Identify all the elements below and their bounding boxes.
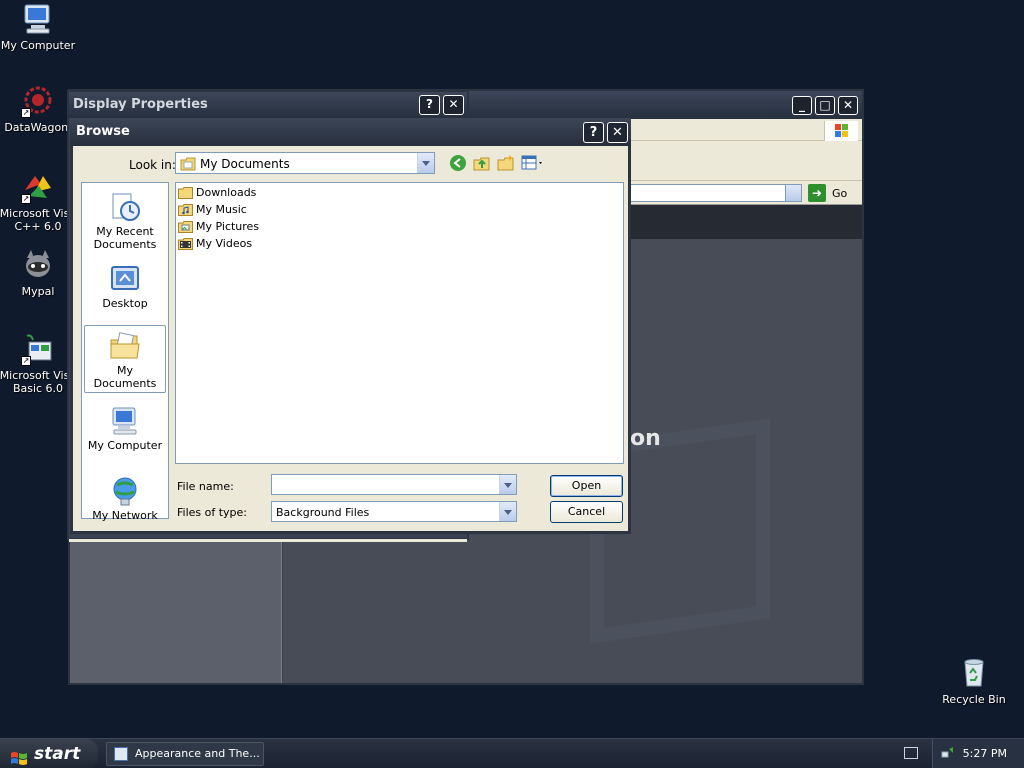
file-list[interactable]: Downloads My Music My Pictures My Videos [175,182,624,464]
visual-cpp-icon: ↗ [21,170,55,204]
control-panel-icon [114,747,128,761]
windows-flag-icon [10,746,28,765]
files-of-type-label: Files of type: [177,506,248,519]
desktop-icon-my-computer[interactable]: My Computer [0,2,78,52]
place-label: My Documents [93,364,157,390]
list-item-downloads[interactable]: Downloads [178,185,256,201]
place-label: My Computer [87,439,163,452]
view-menu-icon[interactable] [521,154,545,172]
category-heading-fragment: on [630,426,661,451]
look-in-label: Look in: [129,158,176,172]
display-properties-titlebar[interactable]: Display Properties [69,92,467,118]
go-arrow-icon[interactable]: ➜ [808,184,826,202]
address-dropdown-button[interactable] [785,185,801,201]
place-my-network[interactable]: My Network [84,471,166,522]
go-button[interactable]: Go [832,187,847,200]
computer-icon [109,405,141,437]
computer-icon [21,2,55,36]
recycle-bin-icon [957,656,991,690]
maximize-button[interactable]: □ [815,96,835,115]
system-tray: 5:27 PM [932,739,1024,768]
clock[interactable]: 5:27 PM [963,747,1007,760]
browse-titlebar[interactable]: Browse [70,118,631,146]
help-button[interactable]: ? [583,122,604,143]
new-folder-icon[interactable] [497,154,515,172]
folder-icon [178,187,193,199]
file-name-input[interactable] [271,474,517,495]
documents-folder-icon [180,157,196,174]
list-item-my-videos[interactable]: My Videos [178,236,252,252]
files-of-type-value: Background Files [276,506,370,519]
address-input[interactable] [630,184,802,202]
network-tray-icon[interactable] [941,746,955,763]
network-icon [109,475,141,507]
list-item-my-music[interactable]: My Music [178,202,247,218]
place-my-documents[interactable]: My Documents [84,325,166,393]
chevron-down-icon[interactable] [499,502,516,521]
music-folder-icon [178,204,193,216]
browse-dialog: Browse ? ✕ Look in: My Documents My Rece… [70,118,631,534]
chevron-down-icon[interactable] [499,475,516,494]
up-folder-icon[interactable] [473,154,491,172]
place-desktop[interactable]: Desktop [84,259,166,310]
pictures-folder-icon [178,221,193,233]
dialog-edge [69,539,467,542]
place-label: Desktop [102,297,148,310]
my-documents-folder-icon [109,330,141,362]
file-name-label: File name: [177,480,234,493]
place-label: My Recent Documents [93,225,157,251]
mypal-icon [21,248,55,282]
file-name: Downloads [196,186,257,199]
close-button[interactable]: ✕ [443,95,464,115]
datawagon-icon: ↗ [21,84,55,118]
start-button[interactable]: start [0,739,98,768]
file-name: My Music [196,203,247,216]
start-label: start [34,744,81,764]
visual-basic-icon: ↗ [21,332,55,366]
place-my-recent-documents[interactable]: My Recent Documents [84,187,166,251]
cancel-button[interactable]: Cancel [550,501,623,523]
close-button[interactable]: ✕ [607,122,628,143]
place-label: My Network [92,509,158,522]
keyboard-icon[interactable] [904,747,918,759]
files-of-type-select[interactable]: Background Files [271,501,517,522]
help-button[interactable]: ? [419,95,440,115]
taskbar: start Appearance and The... 5:27 PM [0,738,1024,768]
minimize-button[interactable]: _ [792,96,812,115]
taskbar-item-appearance[interactable]: Appearance and The... [106,742,264,766]
back-icon[interactable] [449,154,467,172]
file-name: My Pictures [196,220,260,233]
place-my-computer[interactable]: My Computer [84,401,166,452]
look-in-value: My Documents [200,157,290,171]
close-button[interactable]: ✕ [838,96,858,115]
places-bar: My Recent Documents Desktop My Documents… [81,182,169,522]
chevron-down-icon[interactable] [417,153,434,173]
windows-logo-icon [824,121,858,141]
taskbar-item-label: Appearance and The... [135,747,260,760]
dialog-title: Browse [76,124,130,139]
look-in-dropdown[interactable]: My Documents [175,152,435,174]
file-name: My Videos [196,237,253,250]
videos-folder-icon [178,238,193,250]
list-item-my-pictures[interactable]: My Pictures [178,219,259,235]
desktop-icon [109,263,141,295]
desktop-icon-recycle-bin[interactable]: Recycle Bin [934,656,1014,706]
open-button[interactable]: Open [550,475,623,497]
recent-documents-icon [109,191,141,223]
desktop-icon-label: Recycle Bin [942,693,1006,706]
desktop-icon-label: My Computer [0,39,76,52]
